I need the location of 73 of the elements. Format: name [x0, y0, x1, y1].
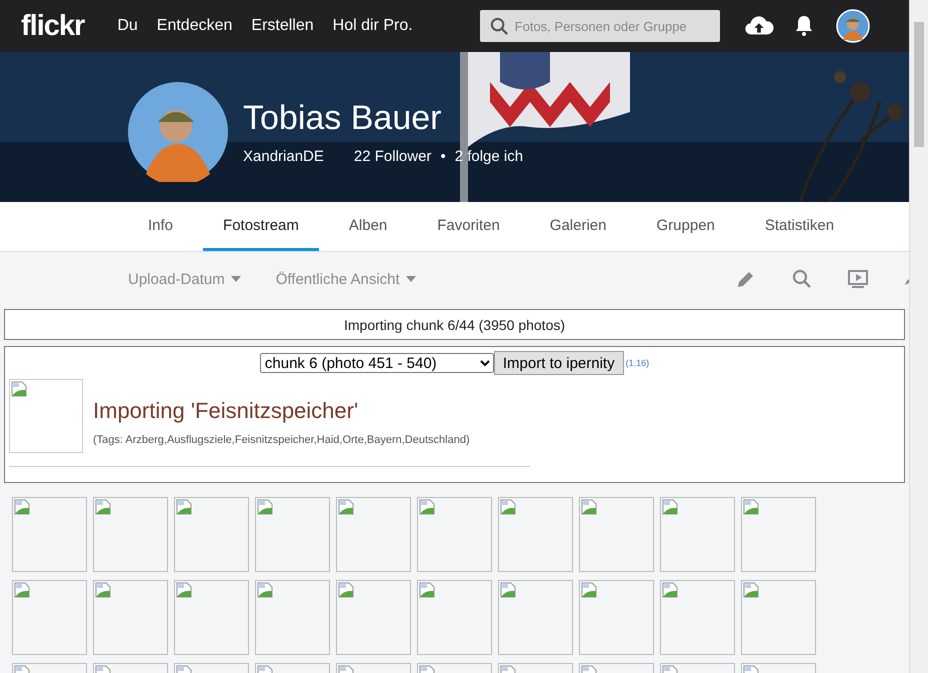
tab[interactable]: Gruppen: [636, 202, 735, 251]
image-placeholder[interactable]: [255, 497, 330, 572]
image-placeholder[interactable]: [741, 580, 816, 655]
broken-image-icon: [419, 499, 435, 515]
broken-image-icon: [257, 582, 273, 598]
nav-link[interactable]: Erstellen: [251, 17, 314, 35]
tab[interactable]: Info: [128, 202, 194, 251]
tab[interactable]: Fotostream: [203, 202, 319, 251]
scrollbar[interactable]: [909, 0, 928, 673]
image-placeholder[interactable]: [417, 497, 492, 572]
nav-link[interactable]: Entdecken: [156, 17, 232, 35]
image-placeholder[interactable]: [12, 497, 87, 572]
following-link[interactable]: 2 folge ich: [454, 148, 524, 165]
tab[interactable]: Favoriten: [417, 202, 520, 251]
profile-avatar[interactable]: [128, 82, 228, 182]
broken-image-icon: [500, 499, 516, 515]
broken-image-icon: [338, 582, 354, 598]
scrollbar-thumb[interactable]: [914, 22, 924, 147]
caret-icon: [230, 276, 241, 282]
image-placeholder[interactable]: [336, 497, 411, 572]
image-placeholder[interactable]: [174, 580, 249, 655]
broken-image-icon: [176, 499, 192, 515]
followers-link[interactable]: 22 Follower: [354, 148, 432, 165]
broken-image-icon: [176, 582, 192, 598]
broken-image-icon: [743, 499, 759, 515]
version-label: (1.16): [626, 358, 650, 368]
image-placeholder[interactable]: [579, 497, 654, 572]
caret-icon: [406, 276, 416, 282]
image-placeholder[interactable]: [498, 580, 573, 655]
broken-image-icon: [14, 582, 30, 598]
tab[interactable]: Alben: [328, 202, 408, 251]
separator: •: [440, 148, 446, 165]
import-title: Importing 'Feisnitzspeicher': [93, 398, 360, 424]
broken-image-icon: [581, 499, 597, 515]
logo[interactable]: flickr: [21, 10, 84, 42]
broken-image-icon: [95, 499, 111, 515]
broken-image-icon: [14, 499, 30, 515]
nav-link[interactable]: Hol dir Pro.: [332, 17, 413, 35]
search-icon[interactable]: [791, 269, 814, 289]
broken-image-icon: [662, 499, 678, 515]
image-placeholder[interactable]: [660, 497, 735, 572]
image-placeholder[interactable]: [417, 580, 492, 655]
profile-name: Tobias Bauer: [243, 99, 442, 138]
image-placeholder[interactable]: [93, 580, 168, 655]
image-placeholder[interactable]: [93, 497, 168, 572]
broken-image-icon: [95, 582, 111, 598]
tags-text: (Tags: Arzberg,Ausflugsziele,Feisnitzspeicher,Haid,Orte,Bayern,Deutschland): [93, 434, 470, 446]
image-placeholder[interactable]: [498, 497, 573, 572]
broken-image-icon: [581, 582, 597, 598]
search-field[interactable]: Fotos, Personen oder Gruppe: [480, 10, 720, 42]
tab[interactable]: Statistiken: [744, 202, 854, 251]
broken-image-icon: [662, 582, 678, 598]
status-message: Importing chunk 6/44 (3950 photos): [4, 309, 906, 340]
avatar[interactable]: [836, 9, 870, 43]
import-button[interactable]: Import to ipernity: [494, 351, 624, 375]
image-placeholder[interactable]: [174, 497, 249, 572]
chunk-select[interactable]: chunk 6 (photo 451 - 540): [260, 353, 494, 373]
image-placeholder[interactable]: [579, 580, 654, 655]
image-placeholder[interactable]: [741, 497, 816, 572]
slideshow-icon[interactable]: [847, 269, 870, 289]
image-placeholder[interactable]: [336, 580, 411, 655]
tab[interactable]: Galerien: [530, 202, 626, 251]
image-placeholder[interactable]: [660, 580, 735, 655]
broken-image-icon: [419, 582, 435, 598]
broken-image-icon: [257, 499, 273, 515]
broken-image-icon: [338, 499, 354, 515]
broken-image-icon: [11, 381, 27, 397]
nav-link[interactable]: Du: [117, 17, 138, 35]
image-placeholder[interactable]: [12, 580, 87, 655]
broken-image-icon: [743, 582, 759, 598]
image-placeholder[interactable]: [255, 580, 330, 655]
broken-image-icon: [500, 582, 516, 598]
username: XandrianDE: [243, 148, 324, 165]
